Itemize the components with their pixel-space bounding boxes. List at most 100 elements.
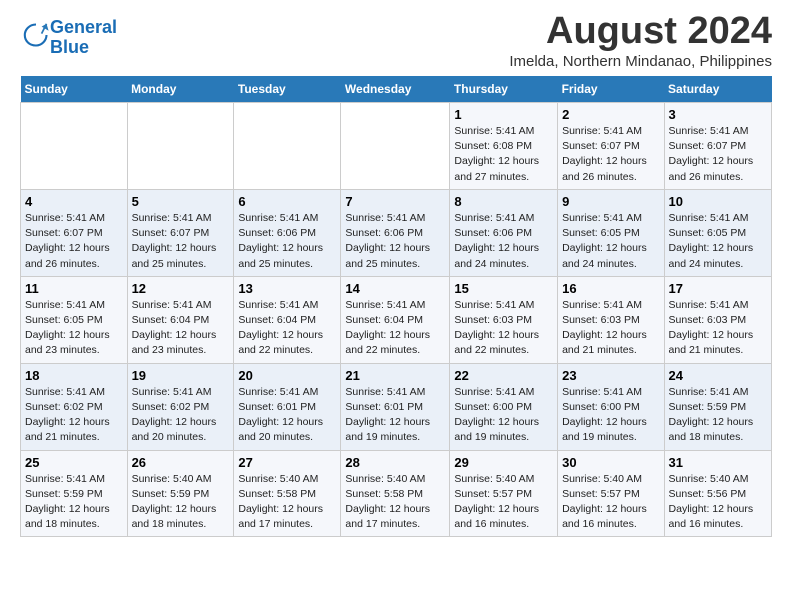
day-info: Sunrise: 5:40 AM Sunset: 5:57 PM Dayligh… [454, 472, 553, 533]
week-row-4: 18 Sunrise: 5:41 AM Sunset: 6:02 PM Dayli… [21, 363, 772, 450]
day-info: Sunrise: 5:41 AM Sunset: 6:02 PM Dayligh… [132, 385, 230, 446]
day-number: 12 [132, 281, 230, 296]
day-number: 23 [562, 368, 659, 383]
day-number: 3 [669, 107, 767, 122]
day-number: 30 [562, 455, 659, 470]
day-info: Sunrise: 5:41 AM Sunset: 6:06 PM Dayligh… [238, 211, 336, 272]
day-number: 18 [25, 368, 123, 383]
col-header-saturday: Saturday [664, 76, 771, 103]
day-info: Sunrise: 5:41 AM Sunset: 6:06 PM Dayligh… [454, 211, 553, 272]
col-header-monday: Monday [127, 76, 234, 103]
day-info: Sunrise: 5:41 AM Sunset: 6:07 PM Dayligh… [562, 124, 659, 185]
day-cell: 14 Sunrise: 5:41 AM Sunset: 6:04 PM Dayli… [341, 276, 450, 363]
logo-line1: General [50, 17, 117, 37]
day-number: 16 [562, 281, 659, 296]
subtitle: Imelda, Northern Mindanao, Philippines [509, 53, 772, 70]
day-info: Sunrise: 5:41 AM Sunset: 6:03 PM Dayligh… [454, 298, 553, 359]
day-cell: 2 Sunrise: 5:41 AM Sunset: 6:07 PM Daylig… [558, 103, 664, 190]
logo-text: General Blue [50, 18, 117, 58]
col-header-tuesday: Tuesday [234, 76, 341, 103]
day-number: 19 [132, 368, 230, 383]
week-row-5: 25 Sunrise: 5:41 AM Sunset: 5:59 PM Dayli… [21, 450, 772, 537]
col-header-sunday: Sunday [21, 76, 128, 103]
day-info: Sunrise: 5:41 AM Sunset: 6:05 PM Dayligh… [25, 298, 123, 359]
day-info: Sunrise: 5:41 AM Sunset: 6:04 PM Dayligh… [132, 298, 230, 359]
day-cell: 17 Sunrise: 5:41 AM Sunset: 6:03 PM Dayli… [664, 276, 771, 363]
day-cell: 8 Sunrise: 5:41 AM Sunset: 6:06 PM Daylig… [450, 189, 558, 276]
day-cell [341, 103, 450, 190]
day-cell: 7 Sunrise: 5:41 AM Sunset: 6:06 PM Daylig… [341, 189, 450, 276]
day-cell: 10Sunrise: 5:41 AM Sunset: 6:05 PM Dayli… [664, 189, 771, 276]
day-number: 4 [25, 194, 123, 209]
day-cell: 18 Sunrise: 5:41 AM Sunset: 6:02 PM Dayli… [21, 363, 128, 450]
day-number: 26 [132, 455, 230, 470]
day-number: 29 [454, 455, 553, 470]
logo-line2: Blue [50, 37, 89, 57]
day-cell: 24Sunrise: 5:41 AM Sunset: 5:59 PM Dayli… [664, 363, 771, 450]
day-info: Sunrise: 5:41 AM Sunset: 6:01 PM Dayligh… [238, 385, 336, 446]
day-cell: 22 Sunrise: 5:41 AM Sunset: 6:00 PM Dayli… [450, 363, 558, 450]
day-number: 5 [132, 194, 230, 209]
day-cell: 23 Sunrise: 5:41 AM Sunset: 6:00 PM Dayli… [558, 363, 664, 450]
day-number: 17 [669, 281, 767, 296]
day-cell: 3 Sunrise: 5:41 AM Sunset: 6:07 PM Daylig… [664, 103, 771, 190]
day-info: Sunrise: 5:41 AM Sunset: 6:06 PM Dayligh… [345, 211, 445, 272]
day-number: 25 [25, 455, 123, 470]
day-number: 6 [238, 194, 336, 209]
day-info: Sunrise: 5:41 AM Sunset: 6:04 PM Dayligh… [238, 298, 336, 359]
day-cell: 29 Sunrise: 5:40 AM Sunset: 5:57 PM Dayli… [450, 450, 558, 537]
day-cell: 19 Sunrise: 5:41 AM Sunset: 6:02 PM Dayli… [127, 363, 234, 450]
day-cell: 25 Sunrise: 5:41 AM Sunset: 5:59 PM Dayli… [21, 450, 128, 537]
day-cell: 27Sunrise: 5:40 AM Sunset: 5:58 PM Dayli… [234, 450, 341, 537]
day-number: 15 [454, 281, 553, 296]
day-number: 8 [454, 194, 553, 209]
day-cell: 16Sunrise: 5:41 AM Sunset: 6:03 PM Dayli… [558, 276, 664, 363]
day-cell: 1Sunrise: 5:41 AM Sunset: 6:08 PM Daylig… [450, 103, 558, 190]
day-info: Sunrise: 5:41 AM Sunset: 6:03 PM Dayligh… [669, 298, 767, 359]
day-cell: 9Sunrise: 5:41 AM Sunset: 6:05 PM Daylig… [558, 189, 664, 276]
day-info: Sunrise: 5:40 AM Sunset: 5:58 PM Dayligh… [345, 472, 445, 533]
logo: General Blue [20, 18, 117, 58]
day-number: 9 [562, 194, 659, 209]
day-info: Sunrise: 5:40 AM Sunset: 5:56 PM Dayligh… [669, 472, 767, 533]
day-number: 7 [345, 194, 445, 209]
col-header-friday: Friday [558, 76, 664, 103]
day-cell: 26 Sunrise: 5:40 AM Sunset: 5:59 PM Dayli… [127, 450, 234, 537]
day-number: 22 [454, 368, 553, 383]
col-header-wednesday: Wednesday [341, 76, 450, 103]
day-number: 2 [562, 107, 659, 122]
day-cell: 13 Sunrise: 5:41 AM Sunset: 6:04 PM Dayli… [234, 276, 341, 363]
day-number: 13 [238, 281, 336, 296]
day-cell: 15 Sunrise: 5:41 AM Sunset: 6:03 PM Dayli… [450, 276, 558, 363]
day-cell: 28Sunrise: 5:40 AM Sunset: 5:58 PM Dayli… [341, 450, 450, 537]
day-cell: 20Sunrise: 5:41 AM Sunset: 6:01 PM Dayli… [234, 363, 341, 450]
day-info: Sunrise: 5:40 AM Sunset: 5:59 PM Dayligh… [132, 472, 230, 533]
day-cell: 11 Sunrise: 5:41 AM Sunset: 6:05 PM Dayli… [21, 276, 128, 363]
day-info: Sunrise: 5:41 AM Sunset: 6:01 PM Dayligh… [345, 385, 445, 446]
day-number: 11 [25, 281, 123, 296]
day-info: Sunrise: 5:41 AM Sunset: 6:04 PM Dayligh… [345, 298, 445, 359]
day-number: 14 [345, 281, 445, 296]
day-cell [234, 103, 341, 190]
day-info: Sunrise: 5:41 AM Sunset: 6:07 PM Dayligh… [25, 211, 123, 272]
title-area: August 2024 Imelda, Northern Mindanao, P… [509, 10, 772, 70]
day-info: Sunrise: 5:40 AM Sunset: 5:57 PM Dayligh… [562, 472, 659, 533]
day-info: Sunrise: 5:41 AM Sunset: 6:00 PM Dayligh… [562, 385, 659, 446]
col-header-thursday: Thursday [450, 76, 558, 103]
day-info: Sunrise: 5:40 AM Sunset: 5:58 PM Dayligh… [238, 472, 336, 533]
day-info: Sunrise: 5:41 AM Sunset: 6:07 PM Dayligh… [132, 211, 230, 272]
calendar-table: SundayMondayTuesdayWednesdayThursdayFrid… [20, 76, 772, 537]
day-info: Sunrise: 5:41 AM Sunset: 6:02 PM Dayligh… [25, 385, 123, 446]
day-cell [127, 103, 234, 190]
day-info: Sunrise: 5:41 AM Sunset: 6:00 PM Dayligh… [454, 385, 553, 446]
day-info: Sunrise: 5:41 AM Sunset: 5:59 PM Dayligh… [25, 472, 123, 533]
day-cell: 5 Sunrise: 5:41 AM Sunset: 6:07 PM Daylig… [127, 189, 234, 276]
day-number: 24 [669, 368, 767, 383]
day-cell: 31Sunrise: 5:40 AM Sunset: 5:56 PM Dayli… [664, 450, 771, 537]
day-number: 10 [669, 194, 767, 209]
day-number: 1 [454, 107, 553, 122]
day-cell: 12 Sunrise: 5:41 AM Sunset: 6:04 PM Dayli… [127, 276, 234, 363]
header: General Blue August 2024 Imelda, Norther… [20, 10, 772, 70]
day-info: Sunrise: 5:41 AM Sunset: 6:07 PM Dayligh… [669, 124, 767, 185]
main-title: August 2024 [509, 10, 772, 53]
